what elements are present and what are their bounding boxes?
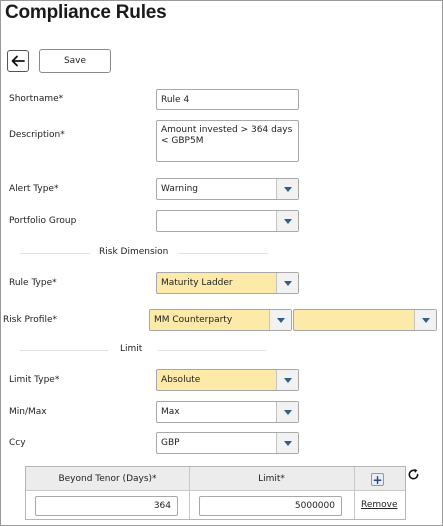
divider	[178, 253, 268, 254]
column-header-tenor: Beyond Tenor (Days)*	[58, 474, 157, 484]
left-arrow-icon	[11, 55, 25, 67]
chevron-down-icon	[276, 317, 285, 323]
divider	[20, 253, 90, 254]
limit-type-dropdown-button[interactable]	[276, 370, 298, 390]
ccy-dropdown-button[interactable]	[276, 433, 298, 453]
chevron-down-icon	[283, 186, 292, 192]
ccy-label: Ccy	[9, 438, 26, 448]
chevron-down-icon	[421, 317, 430, 323]
min-max-label: Min/Max	[9, 407, 47, 417]
save-button[interactable]: Save	[39, 49, 111, 73]
chevron-down-icon	[283, 280, 292, 286]
back-button[interactable]	[7, 50, 29, 72]
refresh-icon	[408, 468, 418, 479]
table-header: Beyond Tenor (Days)* Limit*	[26, 467, 405, 491]
risk-profile-secondary-value	[298, 310, 412, 330]
ccy-select[interactable]: GBP	[156, 432, 299, 454]
column-divider	[354, 467, 355, 519]
alert-type-select[interactable]: Warning	[156, 178, 299, 200]
rule-type-value: Maturity Ladder	[161, 278, 233, 288]
refresh-button[interactable]	[405, 466, 421, 482]
portfolio-group-dropdown-button[interactable]	[276, 211, 298, 231]
risk-dimension-heading: Risk Dimension	[99, 247, 169, 257]
risk-profile-select[interactable]: MM Counterparty	[149, 309, 292, 331]
alert-type-label: Alert Type*	[9, 184, 59, 194]
alert-type-value: Warning	[161, 184, 199, 194]
min-max-select[interactable]: Max	[156, 401, 299, 423]
risk-dimension-section: Risk Dimension	[0, 247, 443, 259]
rule-type-select[interactable]: Maturity Ladder	[156, 272, 299, 294]
min-max-dropdown-button[interactable]	[276, 402, 298, 422]
divider	[20, 350, 108, 351]
column-header-limit: Limit*	[258, 474, 285, 484]
remove-row-link[interactable]: Remove	[361, 500, 398, 510]
plus-icon: +	[372, 472, 383, 487]
limit-section: Limit	[0, 344, 443, 356]
limit-type-label: Limit Type*	[9, 375, 60, 385]
rule-type-label: Rule Type*	[9, 278, 57, 288]
risk-profile-value: MM Counterparty	[154, 315, 233, 325]
chevron-down-icon	[283, 218, 292, 224]
add-row-button[interactable]: +	[371, 473, 384, 486]
shortname-field[interactable]: Rule 4	[156, 89, 299, 110]
risk-profile-secondary-dropdown-button[interactable]	[414, 310, 436, 330]
portfolio-group-label: Portfolio Group	[9, 216, 77, 226]
limits-table: Beyond Tenor (Days)* Limit* 364 5000000 …	[25, 466, 406, 520]
divider	[158, 350, 266, 351]
alert-type-dropdown-button[interactable]	[276, 179, 298, 199]
tenor-input[interactable]: 364	[35, 496, 178, 516]
limit-type-value: Absolute	[161, 375, 201, 385]
column-divider	[189, 467, 190, 519]
risk-profile-label: Risk Profile*	[3, 315, 57, 325]
ccy-value: GBP	[161, 438, 180, 448]
chevron-down-icon	[283, 409, 292, 415]
description-field[interactable]: Amount invested > 364 days < GBP5M	[156, 120, 299, 162]
limit-type-select[interactable]: Absolute	[156, 369, 299, 391]
risk-profile-secondary-select[interactable]	[293, 309, 437, 331]
rule-type-dropdown-button[interactable]	[276, 273, 298, 293]
description-label: Description*	[9, 130, 65, 140]
limit-input[interactable]: 5000000	[199, 496, 342, 516]
shortname-label: Shortname*	[9, 94, 64, 104]
min-max-value: Max	[161, 407, 180, 417]
limit-heading: Limit	[120, 344, 143, 354]
chevron-down-icon	[283, 440, 292, 446]
risk-profile-dropdown-button[interactable]	[269, 310, 291, 330]
portfolio-group-value	[161, 211, 274, 231]
chevron-down-icon	[283, 377, 292, 383]
page-title: Compliance Rules	[5, 2, 167, 23]
portfolio-group-select[interactable]	[156, 210, 299, 232]
